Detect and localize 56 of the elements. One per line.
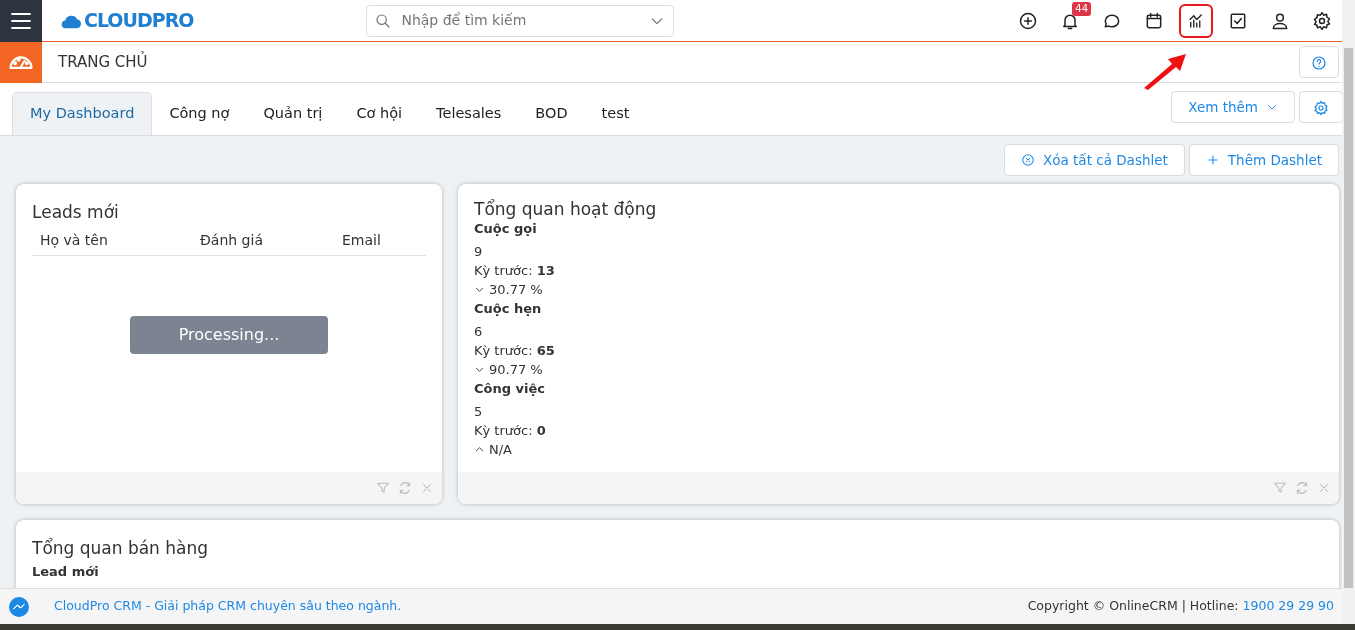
metric-value: 6 <box>474 323 484 341</box>
settings-icon <box>1313 99 1329 116</box>
footer-link[interactable]: CloudPro CRM - Giải pháp CRM chuyên sâu theo ngành. <box>54 597 402 616</box>
loading-indicator: Processing... <box>130 315 328 354</box>
metric-label: Cuộc hẹn <box>474 300 543 318</box>
previous-period: Kỳ trước: 0 <box>474 422 547 440</box>
page-title: TRANG CHỦ <box>58 50 148 73</box>
more-button[interactable]: Xem thêm <box>1171 91 1295 123</box>
hotline-link[interactable]: 1900 29 29 90 <box>1242 597 1334 616</box>
dashlet-title: Leads mới <box>32 201 120 224</box>
copyright-text: Copyright © OnlineCRM | Hotline: <box>1027 597 1239 616</box>
messenger-icon[interactable] <box>8 595 30 618</box>
column-header: Họ và tên <box>39 230 109 250</box>
chevron-down-icon <box>474 284 485 295</box>
tab[interactable]: Telesales <box>419 92 519 135</box>
change-value: 90.77 % <box>489 361 543 379</box>
help-button[interactable] <box>1299 46 1339 78</box>
column-header: Email <box>341 230 381 250</box>
tab[interactable]: Quản trị <box>246 92 340 135</box>
change-value: N/A <box>489 441 512 459</box>
remove-icon <box>1021 153 1035 167</box>
tab[interactable]: Công nợ <box>152 92 247 135</box>
calendar-icon <box>1144 10 1164 31</box>
dashlet-title: Tổng quan bán hàng <box>32 537 210 560</box>
tab[interactable]: BOD <box>518 92 585 135</box>
add-icon <box>1205 153 1220 167</box>
add-dashlet-button[interactable]: Thêm Dashlet <box>1188 144 1339 176</box>
refresh-icon[interactable] <box>1295 481 1309 495</box>
tab[interactable]: My Dashboard <box>12 92 153 135</box>
metric-label: Công việc <box>474 380 546 398</box>
metric-value: 5 <box>474 403 484 421</box>
previous-period: Kỳ trước: 13 <box>474 262 556 280</box>
change-value: 30.77 % <box>489 281 543 299</box>
tab[interactable]: Cơ hội <box>339 92 420 135</box>
pointer-arrow-icon <box>1142 52 1188 90</box>
scrollbar[interactable] <box>1342 0 1355 624</box>
chart-button[interactable] <box>1179 3 1213 38</box>
previous-period: Kỳ trước: 65 <box>474 342 556 360</box>
dashlet-title: Tổng quan hoạt động <box>474 200 658 219</box>
search-field[interactable]: Nhập để tìm kiếm <box>366 4 675 37</box>
search-icon <box>375 12 392 29</box>
metric-label: Cuộc gọi <box>474 220 538 238</box>
menu-button[interactable] <box>0 0 42 42</box>
remove-all-button[interactable]: Xóa tất cả Dashlet <box>1004 144 1185 176</box>
add-icon <box>1018 10 1038 31</box>
help-icon <box>1311 54 1327 71</box>
tab[interactable]: test <box>584 92 647 135</box>
settings-icon <box>1312 10 1332 31</box>
metric-value: 9 <box>474 243 484 261</box>
chevron-up-icon <box>474 444 485 455</box>
logo[interactable]: CLOUDPRO <box>84 6 194 35</box>
column-header: Đánh giá <box>199 230 264 250</box>
refresh-icon[interactable] <box>398 481 412 495</box>
chevron-down-icon <box>474 364 485 375</box>
notification-count: 44 <box>1072 1 1091 16</box>
section-label: Lead mới <box>32 562 100 581</box>
